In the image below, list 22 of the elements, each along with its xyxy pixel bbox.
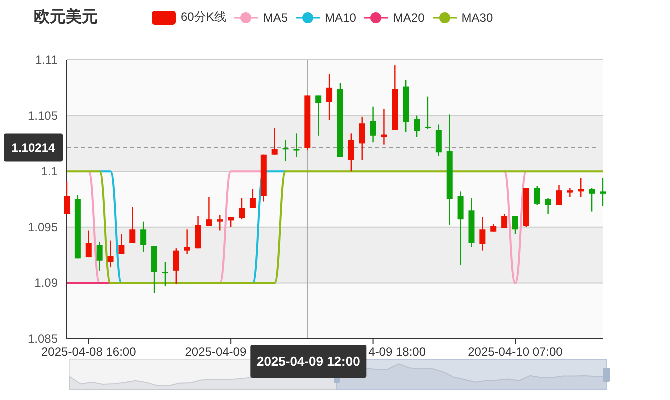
legend-label[interactable]: MA30 bbox=[462, 10, 494, 24]
x-axis-label: 4-09 18:00 bbox=[368, 345, 426, 359]
x-axis-label: 2025-04-08 16:00 bbox=[42, 345, 136, 359]
x-tick-label: 2025-04-09 12:00 bbox=[256, 354, 360, 369]
zoom-handle[interactable] bbox=[603, 368, 610, 382]
y-axis-label: 1.095 bbox=[28, 220, 58, 234]
y-axis-label: 1.11 bbox=[36, 53, 58, 67]
axis-pointer-tooltip: 2025-04-09 12:00 bbox=[250, 345, 367, 378]
chart-title: 欧元美元 bbox=[34, 7, 99, 28]
x-axis-label: 2025-04-09 bbox=[185, 345, 247, 359]
x-axis-label: 2025-04-10 07:00 bbox=[468, 345, 563, 359]
ref-line-label: 1.10214 bbox=[12, 141, 56, 156]
zoom-handle[interactable] bbox=[334, 378, 340, 383]
legend-label[interactable]: 60分K线 bbox=[181, 9, 226, 26]
legend-label[interactable]: MA5 bbox=[263, 10, 288, 24]
y-axis-label: 1.085 bbox=[28, 332, 58, 346]
legend-label[interactable]: MA10 bbox=[325, 10, 356, 24]
y-axis-label: 1.09 bbox=[34, 276, 58, 290]
y-pointer-label: 1.10214 bbox=[4, 134, 63, 162]
y-axis-label: 1.1 bbox=[41, 164, 58, 179]
y-axis-label: 1.105 bbox=[28, 108, 58, 123]
legend-label[interactable]: MA20 bbox=[393, 10, 425, 24]
